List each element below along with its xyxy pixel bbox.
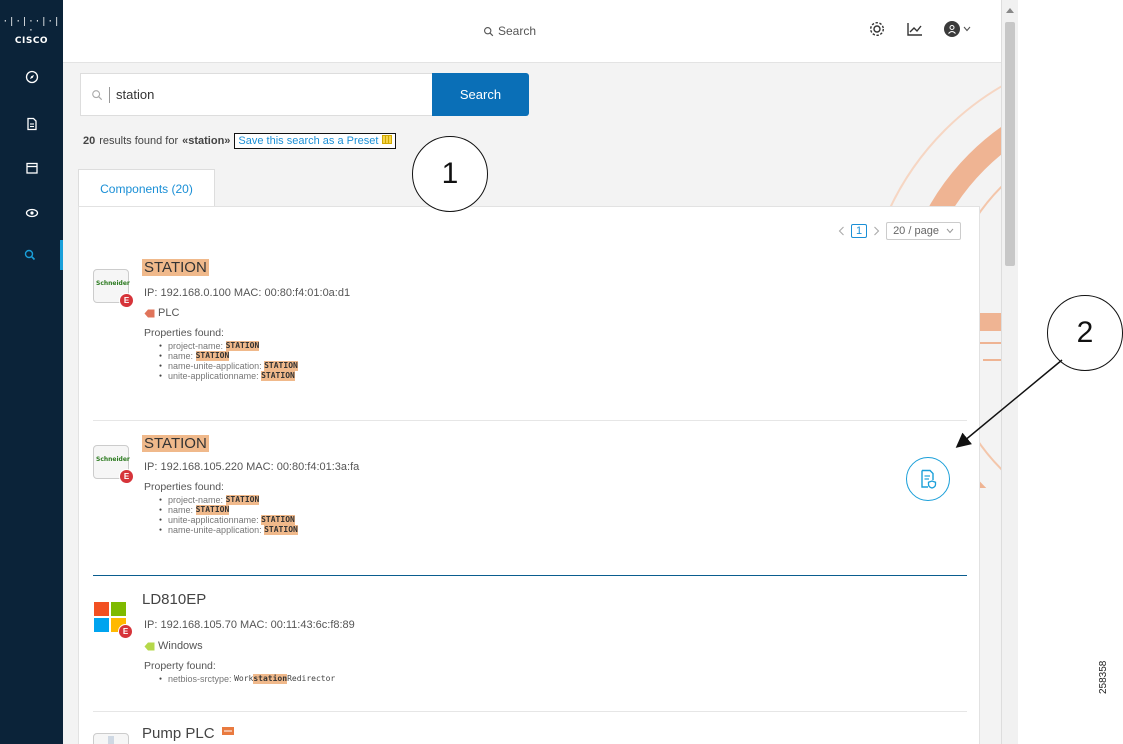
figure-id: 258358 bbox=[1098, 660, 1109, 694]
callout-arrow bbox=[955, 359, 1063, 448]
